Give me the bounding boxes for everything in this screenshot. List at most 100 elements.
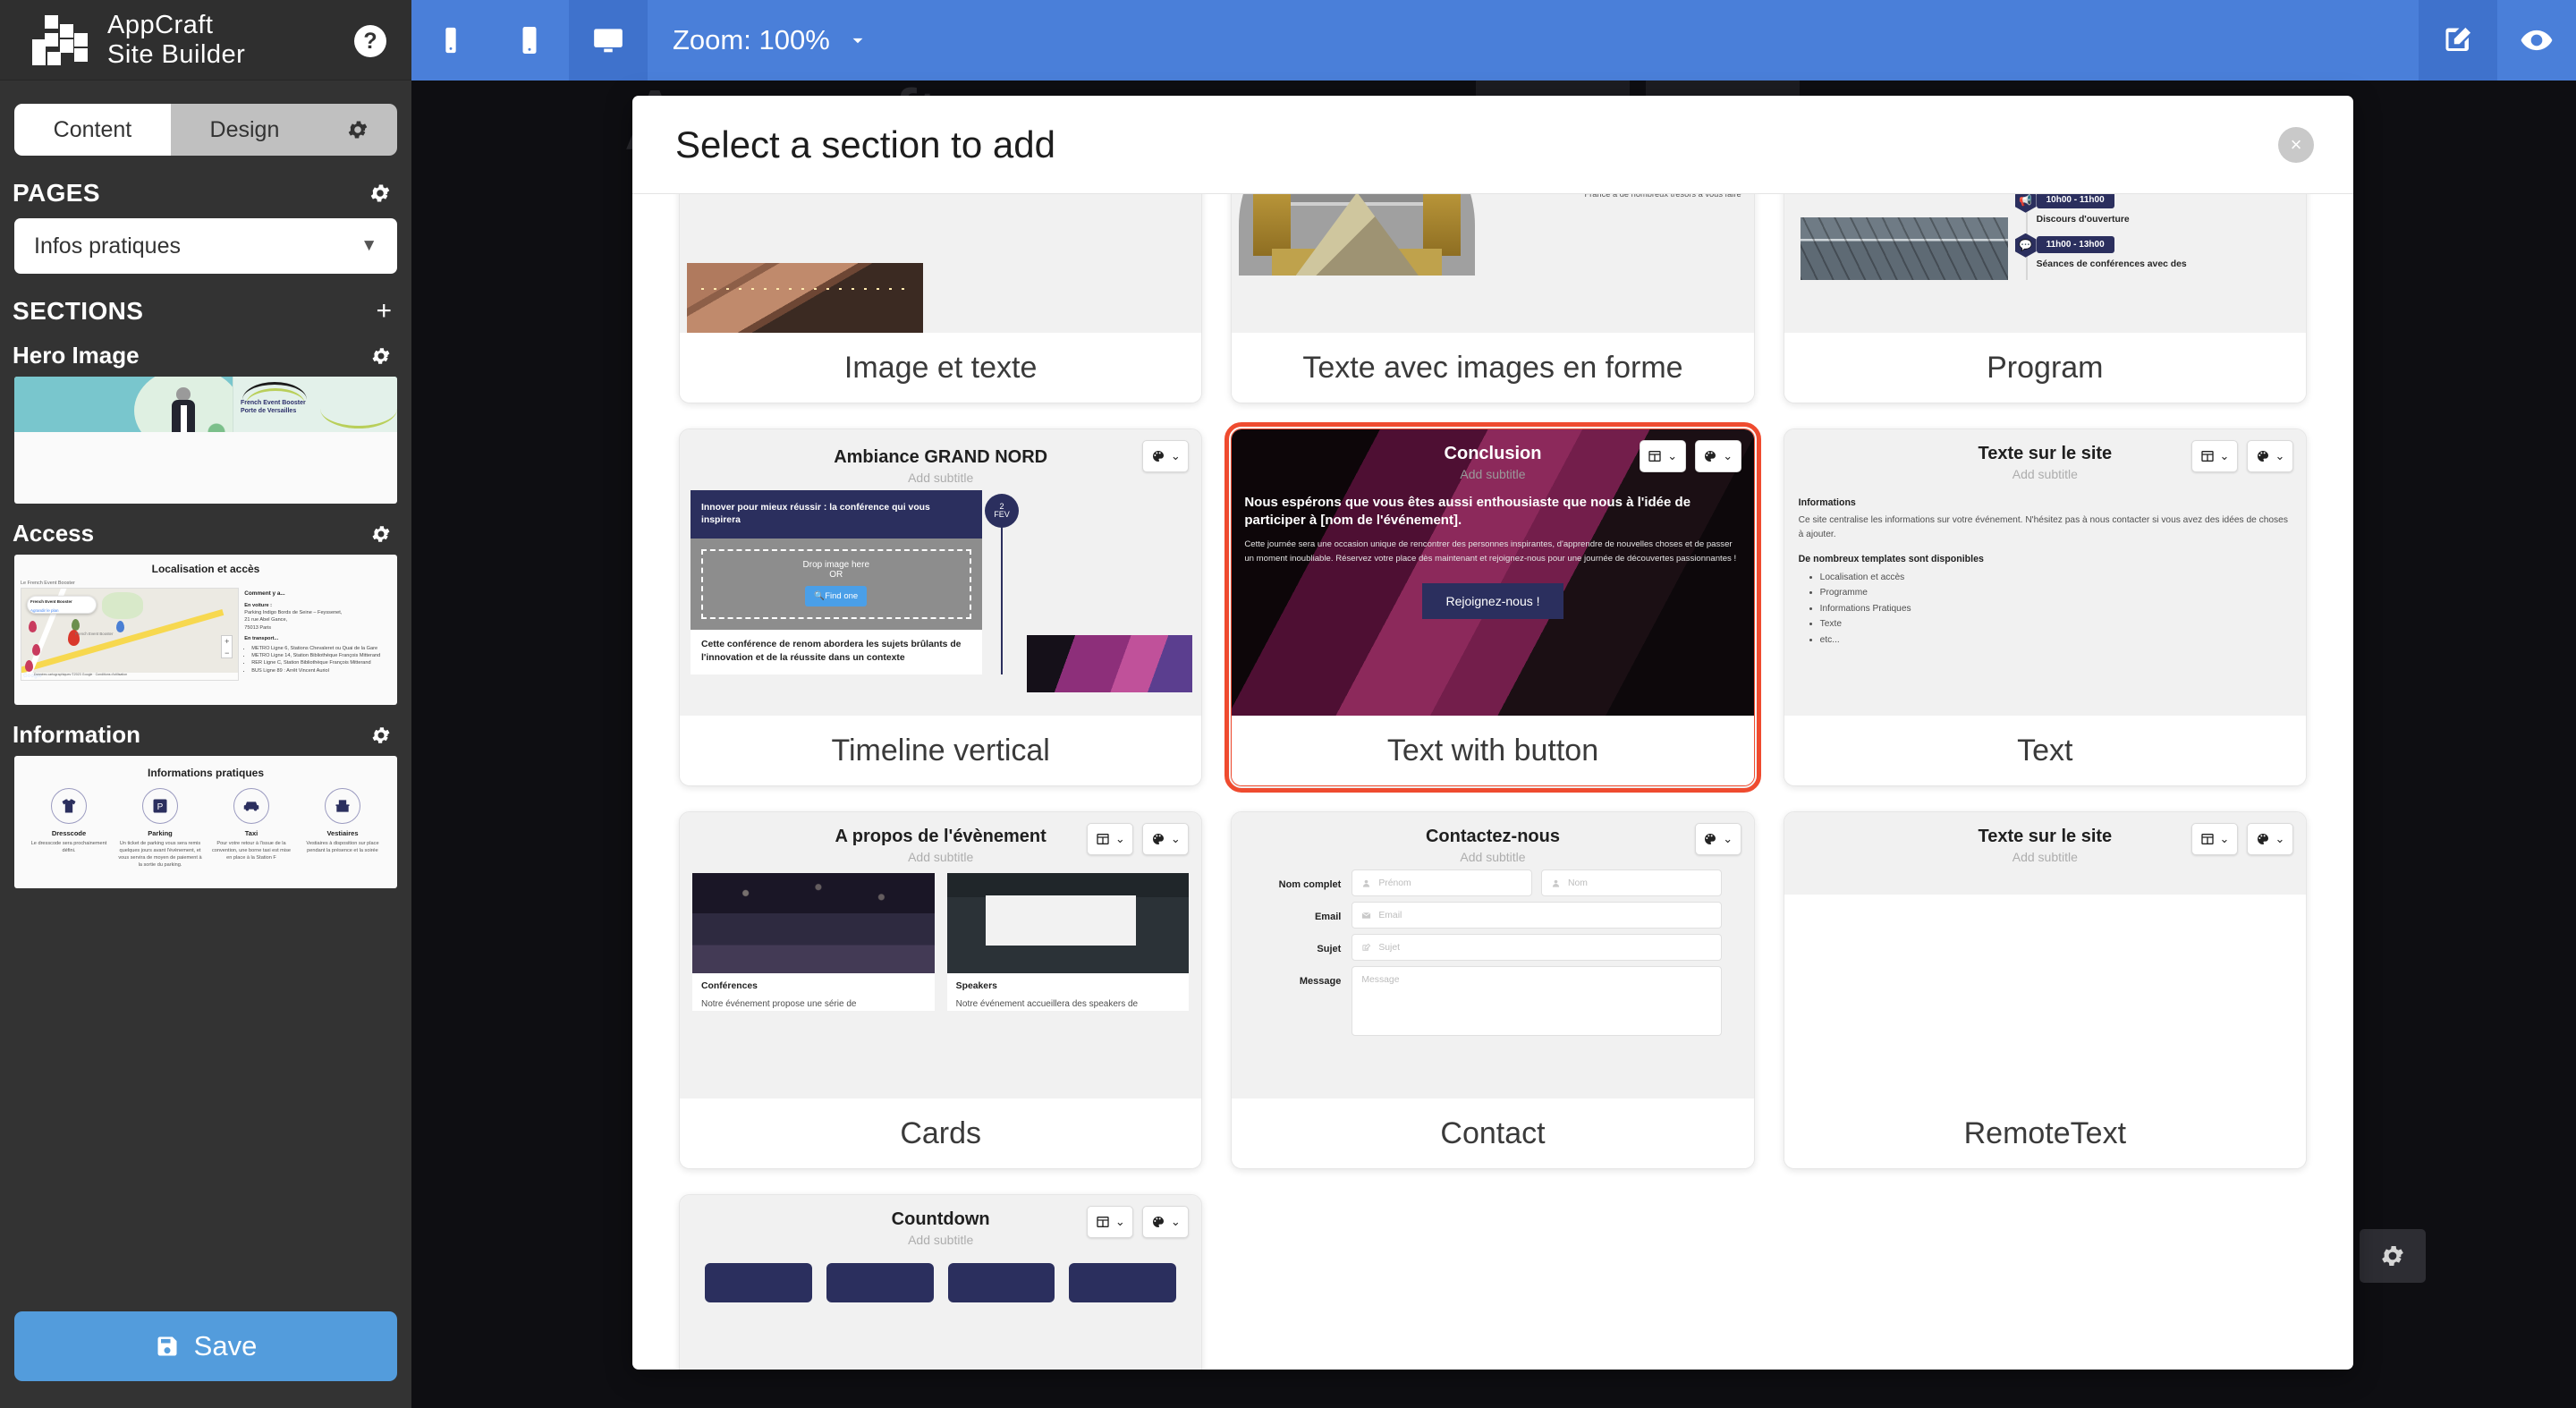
card-controls: ⌄ ⌄ xyxy=(1640,440,1741,472)
layout-control-button[interactable]: ⌄ xyxy=(1640,440,1686,472)
desktop-icon xyxy=(591,23,625,57)
table-layout-icon xyxy=(1648,449,1662,463)
preview-settings-button[interactable] xyxy=(2360,1229,2426,1283)
help-icon[interactable]: ? xyxy=(354,25,386,57)
palette-control-button[interactable]: ⌄ xyxy=(1695,440,1741,472)
layout-control-button[interactable]: ⌄ xyxy=(2191,440,2238,472)
card-preview: Un weekend à Paris Add subtitle Paris, V… xyxy=(1232,194,1753,333)
tab-content[interactable]: Content xyxy=(14,104,171,156)
chevron-down-icon: ⌄ xyxy=(1171,449,1181,463)
section-settings-icon-access[interactable] xyxy=(370,523,392,545)
sidebar-section-access: Access Localisation et accès Le French E… xyxy=(0,520,411,705)
layout-control-button[interactable]: ⌄ xyxy=(1087,823,1133,855)
palette-control-button[interactable]: ⌄ xyxy=(1142,440,1189,472)
dropzone-or: OR xyxy=(703,570,970,580)
section-card-timeline-vertical[interactable]: ⌄ Ambiance GRAND NORD Add subtitle Innov… xyxy=(679,428,1202,786)
shape-text-row: Paris, Ville Lumière, mais pas que… Tour… xyxy=(1232,194,1753,276)
map-footer: Données cartographiques ©2023 Google · C… xyxy=(21,673,238,680)
section-settings-icon-information[interactable] xyxy=(370,725,392,746)
information-item-title: Taxi xyxy=(209,829,293,837)
list-item: Informations Pratiques xyxy=(1820,601,2292,617)
close-icon[interactable]: × xyxy=(2278,127,2314,163)
gear-icon xyxy=(2379,1243,2406,1269)
input-placeholder: Nom xyxy=(1568,878,1588,888)
image-dropzone[interactable]: Drop image here OR 🔍Find one xyxy=(691,539,982,630)
section-card-texte-avec-images-en-forme[interactable]: Un weekend à Paris Add subtitle Paris, V… xyxy=(1231,194,1754,403)
section-thumbnail-hero[interactable]: French Event Booster Porte de Versailles xyxy=(14,377,397,504)
section-card-cards[interactable]: ⌄ ⌄ A propos de l'évènement Add subtitle xyxy=(679,811,1202,1169)
card-controls: ⌄ ⌄ xyxy=(2191,823,2293,855)
device-phone-button[interactable] xyxy=(411,0,490,81)
save-button[interactable]: Save xyxy=(14,1311,397,1381)
palette-control-button[interactable]: ⌄ xyxy=(2247,823,2293,855)
zoom-dropdown[interactable]: Zoom: 100% xyxy=(648,0,894,81)
layout-control-button[interactable]: ⌄ xyxy=(2191,823,2238,855)
card-label: Timeline vertical xyxy=(680,716,1201,785)
map-zoom-controls[interactable]: +− xyxy=(221,635,233,658)
section-card-program[interactable]: Programme de la journée Nous avons prépa… xyxy=(1784,194,2307,403)
text-preview: Informations Ce site centralise les info… xyxy=(1784,481,2306,648)
section-card-text-with-button[interactable]: ⌄ ⌄ Conclusion Add subtitle Nous xyxy=(1231,428,1754,786)
palette-control-button[interactable]: ⌄ xyxy=(2247,440,2293,472)
card-label: Texte avec images en forme xyxy=(1232,333,1753,403)
countdown-box-hours xyxy=(826,1263,934,1302)
tab-design[interactable]: Design xyxy=(171,104,318,156)
shape-text-copy: Paris, Ville Lumière, mais pas que… Tour… xyxy=(1475,194,1741,276)
email-input[interactable]: Email xyxy=(1352,902,1721,929)
preview-mode-button[interactable] xyxy=(2497,0,2576,81)
edit-mode-button[interactable] xyxy=(2419,0,2497,81)
palette-control-button[interactable]: ⌄ xyxy=(1142,1206,1189,1238)
section-card-remotetext[interactable]: ⌄ ⌄ Texte sur le site Add subtitle Remot… xyxy=(1784,811,2307,1169)
add-section-icon[interactable]: + xyxy=(376,298,392,325)
preview-title: Ambiance GRAND NORD xyxy=(680,433,1201,468)
chevron-down-icon: ▼ xyxy=(360,236,377,256)
access-thumb-body: French Event Booster Agrandir le plan Fr… xyxy=(14,588,397,681)
map-thumbnail[interactable]: French Event Booster Agrandir le plan Fr… xyxy=(21,588,239,681)
hero-thumb-right: French Event Booster Porte de Versailles xyxy=(233,377,397,432)
palette-icon xyxy=(2256,449,2270,463)
section-thumbnail-information[interactable]: Informations pratiques Dresscode Le dres… xyxy=(14,756,397,888)
section-settings-icon-hero[interactable] xyxy=(370,345,392,367)
section-card-contact[interactable]: ⌄ Contactez-nous Add subtitle Nom comple… xyxy=(1231,811,1754,1169)
access-thumb-title: Localisation et accès xyxy=(14,555,397,579)
first-name-input[interactable]: Prénom xyxy=(1352,869,1532,896)
appcraft-logo-icon xyxy=(32,15,88,65)
section-thumbnail-access[interactable]: Localisation et accès Le French Event Bo… xyxy=(14,555,397,705)
subject-input[interactable]: Sujet xyxy=(1352,934,1721,961)
modal-body[interactable]: A propos de l'évènement Notre événement … xyxy=(632,194,2353,1370)
information-item-text: Un ticket de parking vous sera remis que… xyxy=(118,840,202,869)
device-tablet-button[interactable] xyxy=(490,0,569,81)
venue-photo xyxy=(687,263,923,333)
access-map-name: Le French Event Booster xyxy=(14,579,397,588)
device-desktop-button[interactable] xyxy=(569,0,648,81)
palette-control-button[interactable]: ⌄ xyxy=(1142,823,1189,855)
app-root: AppCraft Site Builder ? Content Design P… xyxy=(0,0,2576,1408)
pages-settings-icon[interactable] xyxy=(369,182,392,205)
join-us-button[interactable]: Rejoignez-nous ! xyxy=(1422,583,1563,619)
information-item: P Parking Un ticket de parking vous sera… xyxy=(118,788,202,869)
find-one-button[interactable]: 🔍Find one xyxy=(805,586,867,606)
layout-control-button[interactable]: ⌄ xyxy=(1087,1206,1133,1238)
information-item-title: Dresscode xyxy=(27,829,111,837)
list-item: Programme xyxy=(1820,585,2292,601)
message-textarea[interactable]: Message xyxy=(1352,966,1721,1036)
last-name-input[interactable]: Nom xyxy=(1541,869,1722,896)
sidebar-settings-button[interactable] xyxy=(318,104,397,156)
page-select[interactable]: Infos pratiques ▼ xyxy=(14,218,397,274)
form-row-email: Email Email xyxy=(1232,896,1753,929)
card-label: Cards xyxy=(680,1098,1201,1168)
section-card-countdown[interactable]: ⌄ ⌄ Countdown Add subtitle xyxy=(679,1194,1202,1370)
section-card-image-et-texte[interactable]: A propos de l'évènement Notre événement … xyxy=(679,194,1202,403)
sections-header: SECTIONS xyxy=(13,297,143,326)
timeline-wrap: Innover pour mieux réussir : la conféren… xyxy=(680,485,1201,674)
brand-line-2: Site Builder xyxy=(107,40,245,69)
select-section-modal: Select a section to add × A propos de l'… xyxy=(632,96,2353,1370)
palette-control-button[interactable]: ⌄ xyxy=(1695,823,1741,855)
event-time: 11h00 - 13h00 xyxy=(2037,236,2114,253)
section-card-text[interactable]: ⌄ ⌄ Texte sur le site Add subtitle Infor… xyxy=(1784,428,2307,786)
card-preview: A propos de l'évènement Notre événement … xyxy=(680,194,1201,333)
dropzone-text: Drop image here xyxy=(703,560,970,570)
louvre-shape-image xyxy=(1239,194,1475,276)
palette-icon xyxy=(1151,449,1165,463)
hero-thumb-caption: French Event Booster Porte de Versailles xyxy=(241,400,306,416)
